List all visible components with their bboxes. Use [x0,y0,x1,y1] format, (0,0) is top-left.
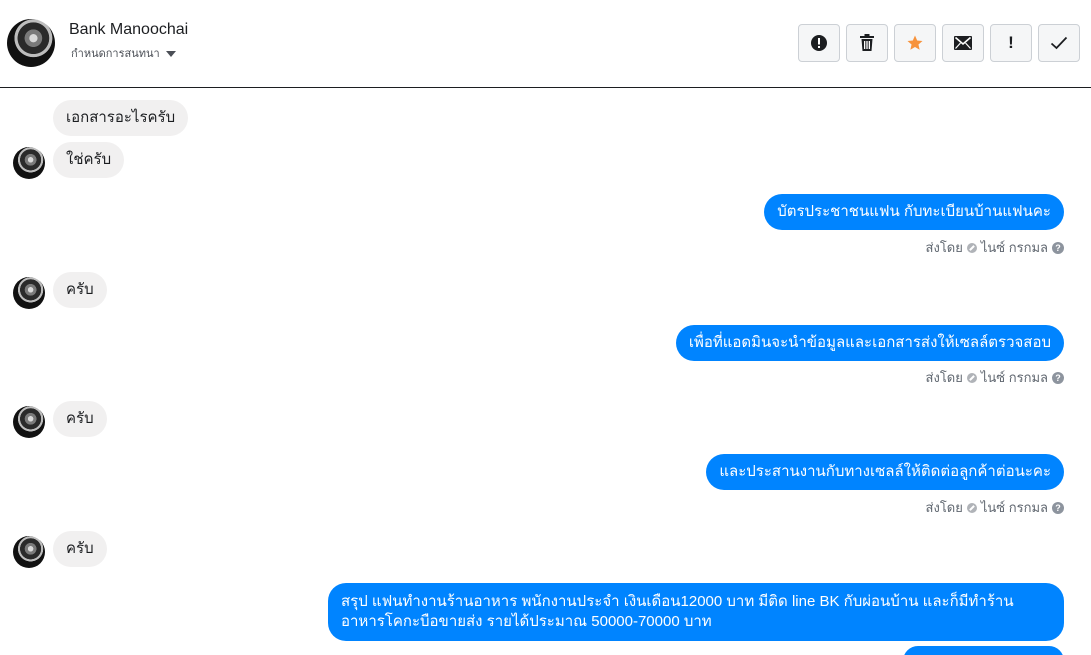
sent-by-status: ส่งโดย ไนซ์ กรกมล ? [926,367,1064,388]
incoming-message: ครับ [53,272,107,308]
sent-check-icon [966,242,977,253]
help-icon[interactable]: ? [1052,371,1064,384]
sender-avatar[interactable] [13,406,45,438]
conversation-toolbar: ! [798,24,1080,62]
sent-by-status: ส่งโดย ไนซ์ กรกมล ? [926,237,1064,258]
sent-by-label: ส่งโดย [925,500,963,515]
sender-name: ไนซ์ กรกมล [980,370,1048,385]
outgoing-message: บัตรประชาชนแฟน กับทะเบียนบ้านแฟนคะ [764,194,1064,230]
help-icon[interactable]: ? [1052,241,1064,254]
envelope-icon [954,36,972,50]
help-icon[interactable]: ? [1052,501,1064,514]
sender-avatar[interactable] [13,536,45,568]
message-thread[interactable]: เอกสารอะไรครับ ใช่ครับ บัตรประชาชนแฟน กั… [0,89,1091,655]
outgoing-message-partial [903,646,1064,655]
schedule-label: กำหนดการสนทนา [71,48,160,60]
sent-check-icon [966,372,977,383]
conversation-schedule-dropdown[interactable]: กำหนดการสนทนา [71,44,176,62]
sent-check-icon [966,502,977,513]
exclamation-icon: ! [1008,33,1014,52]
sender-name: ไนซ์ กรกมล [980,500,1048,515]
incoming-message: ใช่ครับ [53,142,125,178]
delete-button[interactable] [846,24,888,62]
contact-avatar[interactable] [7,19,55,67]
sent-by-label: ส่งโดย [925,240,963,255]
contact-name[interactable]: Bank Manoochai [69,21,188,39]
incoming-message: ครับ [53,401,107,437]
mark-spam-button[interactable] [798,24,840,62]
star-icon [907,35,923,50]
outgoing-message: สรุป แฟนทำงานร้านอาหาร พนักงานประจำ เงิน… [328,583,1064,641]
checkmark-icon [1050,36,1068,50]
mark-done-button[interactable] [1038,24,1080,62]
sent-by-label: ส่งโดย [925,370,963,385]
outgoing-message: เพื่อที่แอดมินจะนำข้อมูลและเอกสารส่งให้เ… [675,325,1064,361]
trash-icon [860,34,874,51]
alert-circle-icon [811,35,827,51]
follow-up-button[interactable]: ! [990,24,1032,62]
conversation-header: Bank Manoochai กำหนดการสนทนา ! [0,0,1091,88]
mark-unread-button[interactable] [942,24,984,62]
sender-avatar[interactable] [13,147,45,179]
incoming-message: ครับ [53,531,107,567]
sent-by-status: ส่งโดย ไนซ์ กรกมล ? [926,497,1064,518]
sender-name: ไนซ์ กรกมล [980,240,1048,255]
incoming-message: เอกสารอะไรครับ [53,100,189,136]
sender-avatar[interactable] [13,277,45,309]
star-button[interactable] [894,24,936,62]
outgoing-message: และประสานงานกับทางเซลล์ให้ติดต่อลูกค้าต่… [706,454,1064,490]
caret-down-icon [165,50,176,57]
